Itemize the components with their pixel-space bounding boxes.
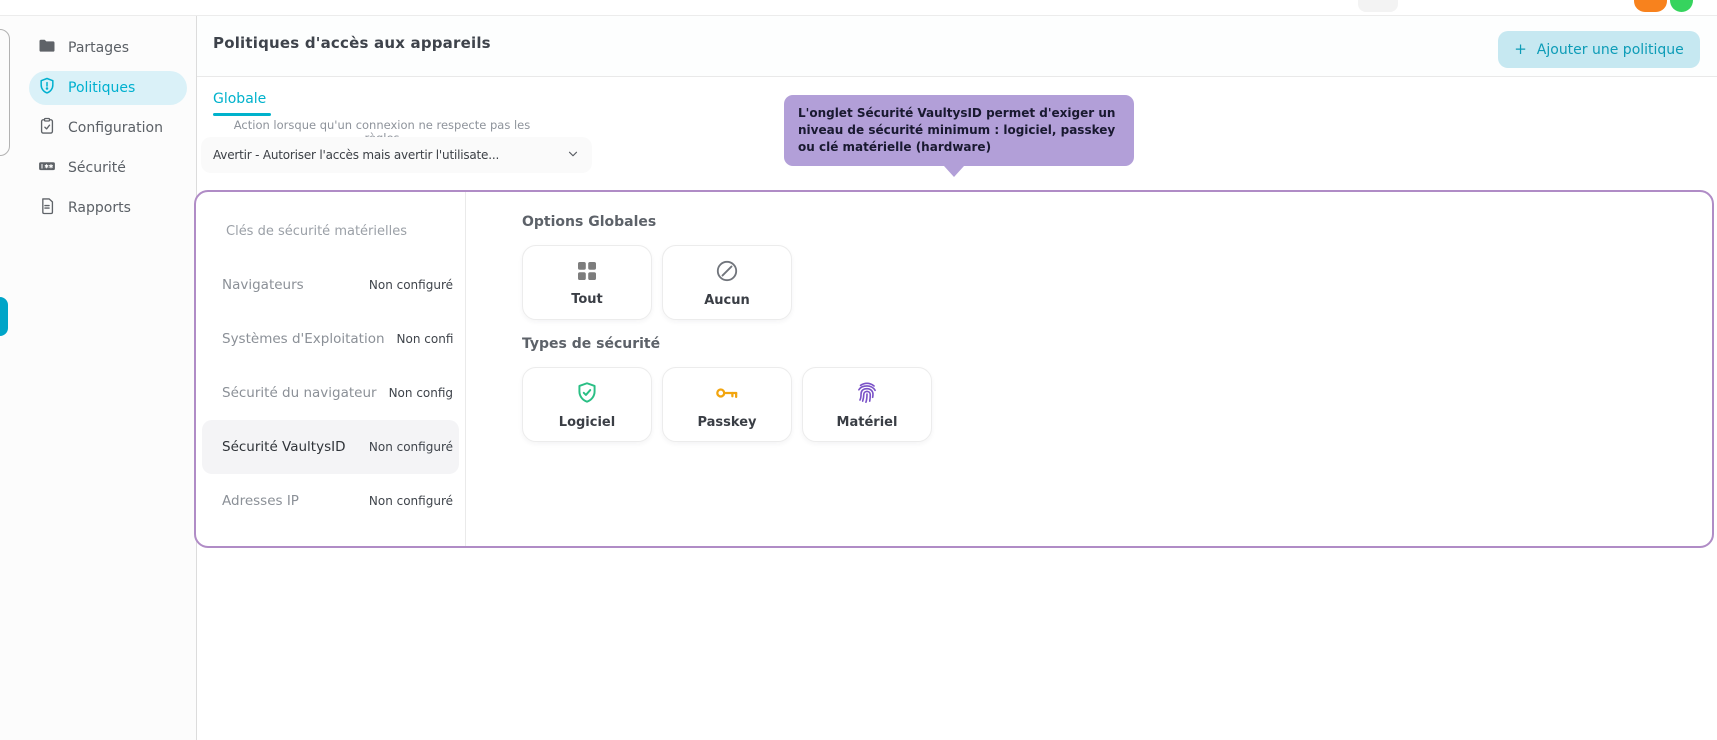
category-securite-vaultysid[interactable]: Sécurité VaultysID Non configuré xyxy=(202,420,459,474)
edge-panel-fragment xyxy=(0,29,10,156)
category-navigateurs[interactable]: Navigateurs Non configuré xyxy=(196,258,465,312)
sidebar-item-politiques[interactable]: Politiques xyxy=(29,71,187,105)
sidebar-nav: Partages Politiques Configuration Sécuri… xyxy=(29,31,187,225)
report-icon xyxy=(37,196,57,220)
add-policy-button-label: Ajouter une politique xyxy=(1536,41,1684,58)
clipboard-check-icon xyxy=(37,116,57,140)
option-card-label: Tout xyxy=(571,291,603,307)
page-title: Politiques d'accès aux appareils xyxy=(213,34,491,52)
option-card-label: Aucun xyxy=(704,292,750,308)
sidebar-item-label: Politiques xyxy=(68,80,136,96)
security-card-label: Logiciel xyxy=(558,414,616,430)
key-icon xyxy=(713,380,741,410)
none-icon xyxy=(714,258,740,288)
app-screen: Partages Politiques Configuration Sécuri… xyxy=(0,0,1717,740)
sidebar-item-configuration[interactable]: Configuration xyxy=(29,111,187,145)
category-securite-navigateur[interactable]: Sécurité du navigateur Non configuré xyxy=(196,366,465,420)
security-types-heading: Types de sécurité xyxy=(522,336,661,352)
global-options-heading: Options Globales xyxy=(522,214,657,230)
sidebar-item-label: Partages xyxy=(68,40,130,56)
tab-active-indicator xyxy=(213,113,271,116)
security-types-cards: Logiciel Passkey Matériel xyxy=(522,367,932,442)
global-options-cards: Tout Aucun xyxy=(522,245,792,320)
option-card-tout[interactable]: Tout xyxy=(522,245,652,320)
folder-icon xyxy=(37,36,57,60)
category-systemes-exploitation[interactable]: Systèmes d'Exploitation Non configuré xyxy=(196,312,465,366)
option-card-aucun[interactable]: Aucun xyxy=(662,245,792,320)
sidebar-item-label: Rapports xyxy=(68,200,131,216)
shield-exclamation-icon xyxy=(37,76,57,100)
security-card-passkey[interactable]: Passkey xyxy=(662,367,792,442)
topbar-green-status-dot[interactable] xyxy=(1670,0,1693,12)
category-adresses-ip[interactable]: Adresses IP Non configuré xyxy=(196,474,465,528)
category-list: Clés de sécurité matérielles Navigateurs… xyxy=(196,192,466,546)
topbar-tab-fragment[interactable] xyxy=(1358,0,1398,12)
violation-action-value: Avertir - Autoriser l'accès mais avertir… xyxy=(213,148,500,162)
tooltip-arrow xyxy=(944,166,964,177)
sidebar-item-securite[interactable]: Sécurité xyxy=(29,151,187,185)
grid-icon xyxy=(575,259,599,287)
status-badge: Non configuré xyxy=(368,494,453,508)
policy-config-panel: Clés de sécurité matérielles Navigateurs… xyxy=(194,190,1714,548)
sidebar-item-partages[interactable]: Partages xyxy=(29,31,187,65)
status-badge: Non configuré xyxy=(368,440,453,454)
shield-check-icon xyxy=(574,380,600,410)
status-badge: Non configuré xyxy=(396,332,453,346)
add-policy-button[interactable]: + Ajouter une politique xyxy=(1498,31,1700,68)
sidebar: Partages Politiques Configuration Sécuri… xyxy=(0,15,196,740)
sidebar-item-label: Sécurité xyxy=(68,160,126,176)
security-card-label: Passkey xyxy=(697,414,757,430)
sidebar-item-rapports[interactable]: Rapports xyxy=(29,191,187,225)
top-bar xyxy=(0,0,1717,16)
tab-globale[interactable]: Globale xyxy=(213,91,266,107)
sidebar-item-label: Configuration xyxy=(68,120,163,136)
page-header: Politiques d'accès aux appareils + Ajout… xyxy=(197,15,1717,77)
security-card-label: Matériel xyxy=(836,414,898,430)
status-badge: Non configuré xyxy=(388,386,453,400)
status-badge: Non configuré xyxy=(368,278,453,292)
chevron-down-icon xyxy=(566,146,580,165)
plus-icon: + xyxy=(1514,40,1527,58)
category-hardware-keys[interactable]: Clés de sécurité matérielles xyxy=(196,204,465,258)
security-card-logiciel[interactable]: Logiciel xyxy=(522,367,652,442)
violation-action-select[interactable]: Avertir - Autoriser l'accès mais avertir… xyxy=(201,137,592,173)
tooltip-text: L'onglet Sécurité VaultysID permet d'exi… xyxy=(798,106,1116,154)
vaultysid-tooltip: L'onglet Sécurité VaultysID permet d'exi… xyxy=(784,95,1134,177)
security-card-materiel[interactable]: Matériel xyxy=(802,367,932,442)
topbar-orange-badge[interactable] xyxy=(1634,0,1667,12)
password-icon xyxy=(37,156,57,180)
drawer-handle[interactable] xyxy=(0,297,8,336)
fingerprint-icon xyxy=(854,380,880,410)
